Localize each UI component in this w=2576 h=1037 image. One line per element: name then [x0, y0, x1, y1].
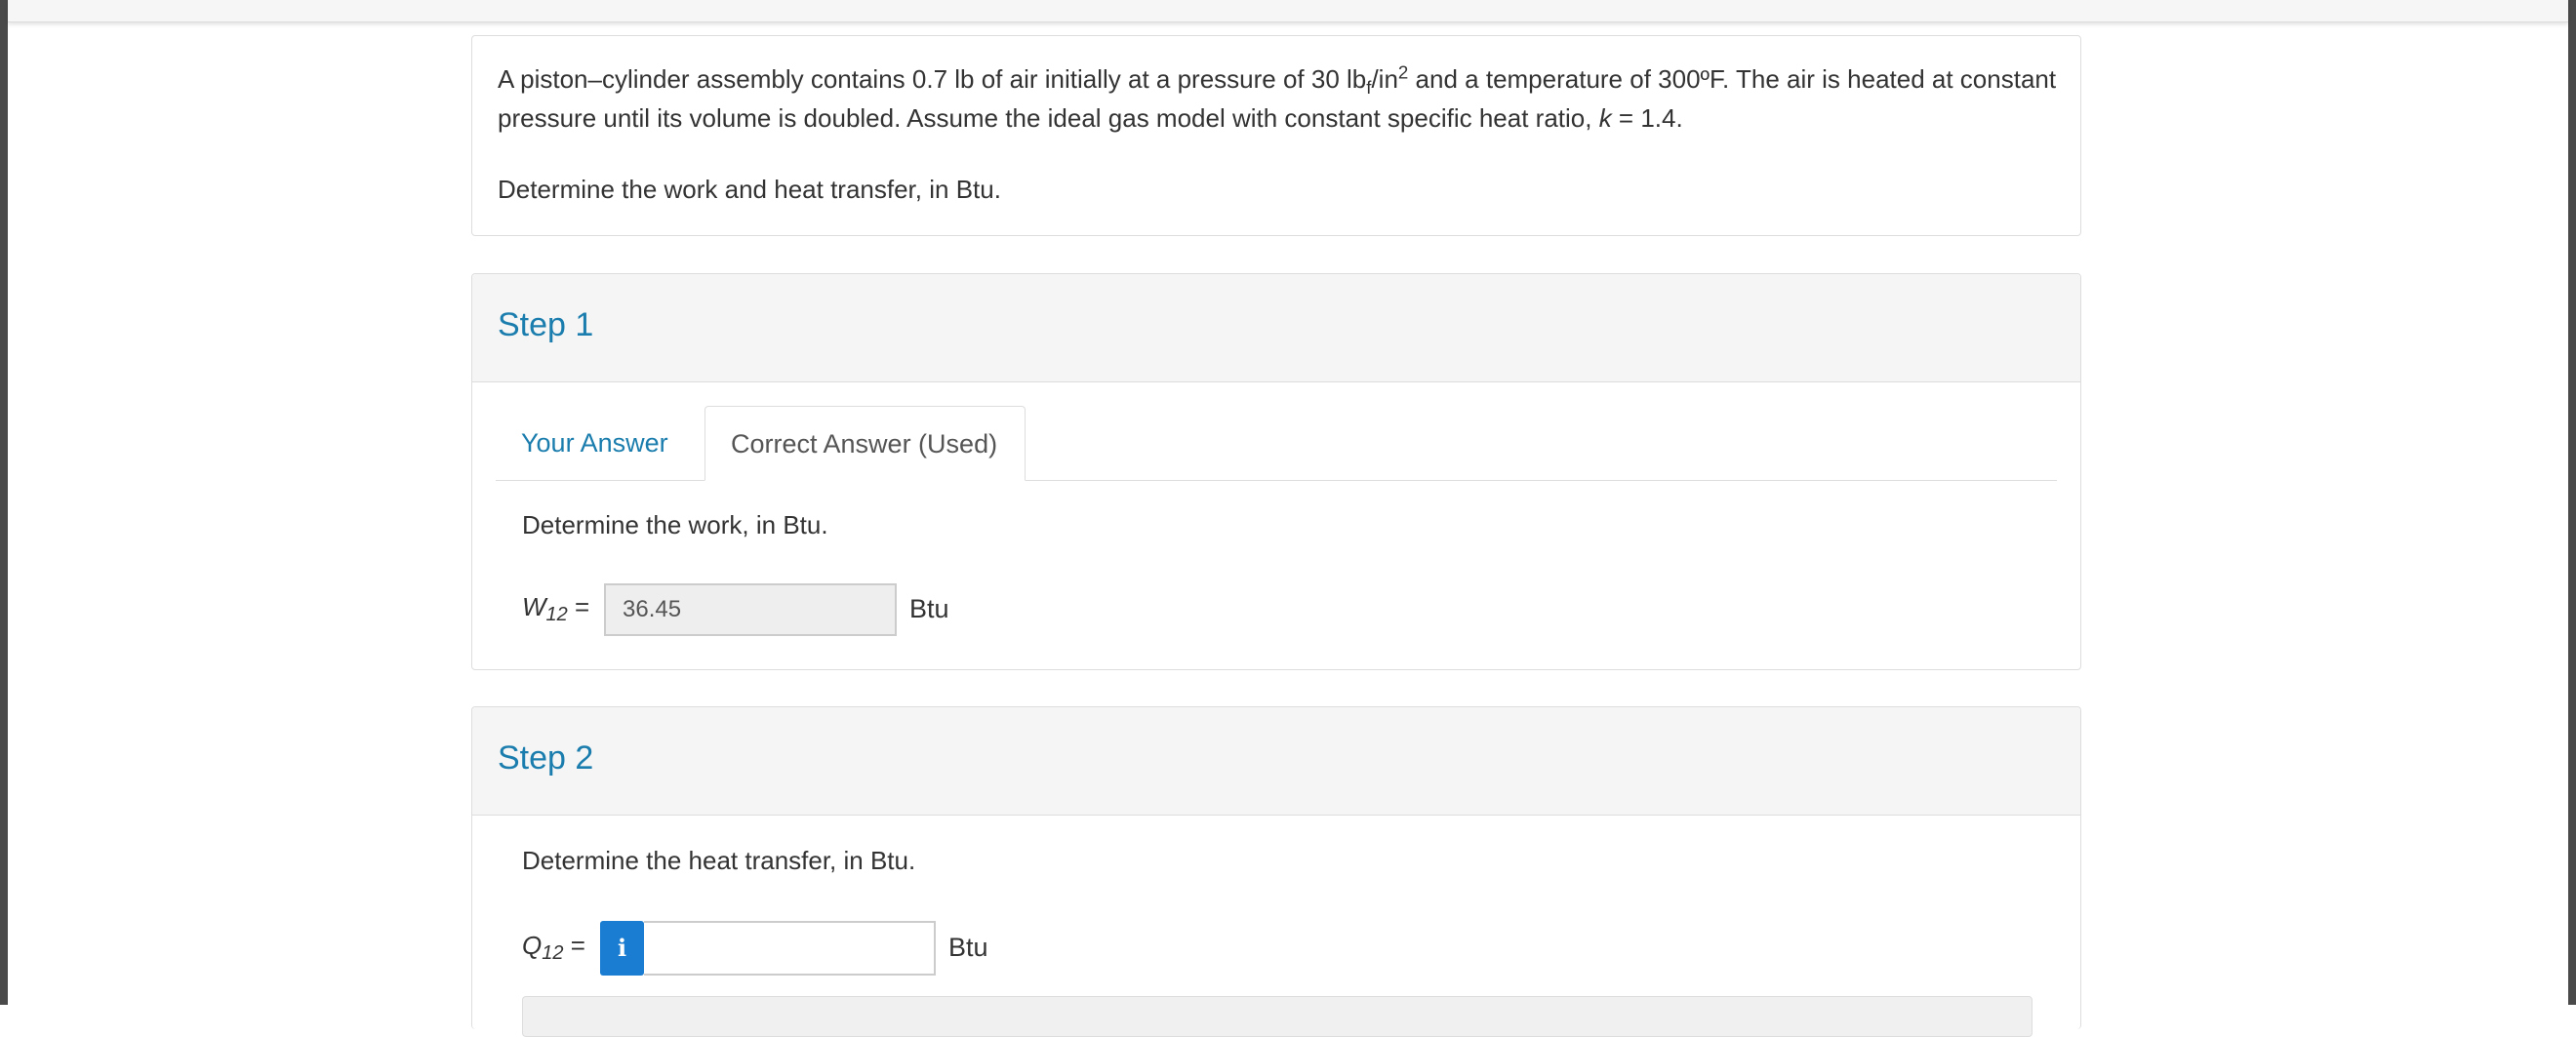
- window-frame-right: [2568, 0, 2576, 1005]
- w12-unit: Btu: [909, 594, 949, 623]
- info-icon[interactable]: i: [600, 921, 644, 976]
- answer-tabs: Your Answer Correct Answer (Used): [496, 406, 2057, 481]
- step-2-header[interactable]: Step 2: [472, 707, 2080, 816]
- question-text: A piston–cylinder assembly contains 0.7 …: [498, 61, 2057, 133]
- w12-answer-field[interactable]: 36.45: [604, 583, 897, 636]
- question-task: Determine the work and heat transfer, in…: [498, 175, 1001, 204]
- tab-your-answer[interactable]: Your Answer: [496, 406, 694, 480]
- q12-label: Q12 =: [522, 931, 585, 964]
- q12-answer-input[interactable]: [644, 921, 936, 976]
- top-bar: [8, 0, 2568, 22]
- step-1-prompt: Determine the work, in Btu.: [522, 510, 828, 539]
- step-1-header[interactable]: Step 1: [472, 274, 2080, 382]
- next-panel: [522, 996, 2033, 1037]
- q12-unit: Btu: [948, 933, 988, 962]
- step-1-card: Step 1 Your Answer Correct Answer (Used)…: [471, 273, 2081, 670]
- step-2-card: Step 2 Determine the heat transfer, in B…: [471, 706, 2081, 1037]
- tab-correct-answer[interactable]: Correct Answer (Used): [704, 406, 1026, 481]
- step-1-title[interactable]: Step 1: [498, 306, 593, 344]
- step-2-title[interactable]: Step 2: [498, 739, 593, 778]
- question-card: A piston–cylinder assembly contains 0.7 …: [471, 35, 2081, 236]
- w12-label: W12 =: [522, 592, 590, 625]
- window-frame-left: [0, 0, 8, 1005]
- step-2-prompt: Determine the heat transfer, in Btu.: [522, 846, 916, 875]
